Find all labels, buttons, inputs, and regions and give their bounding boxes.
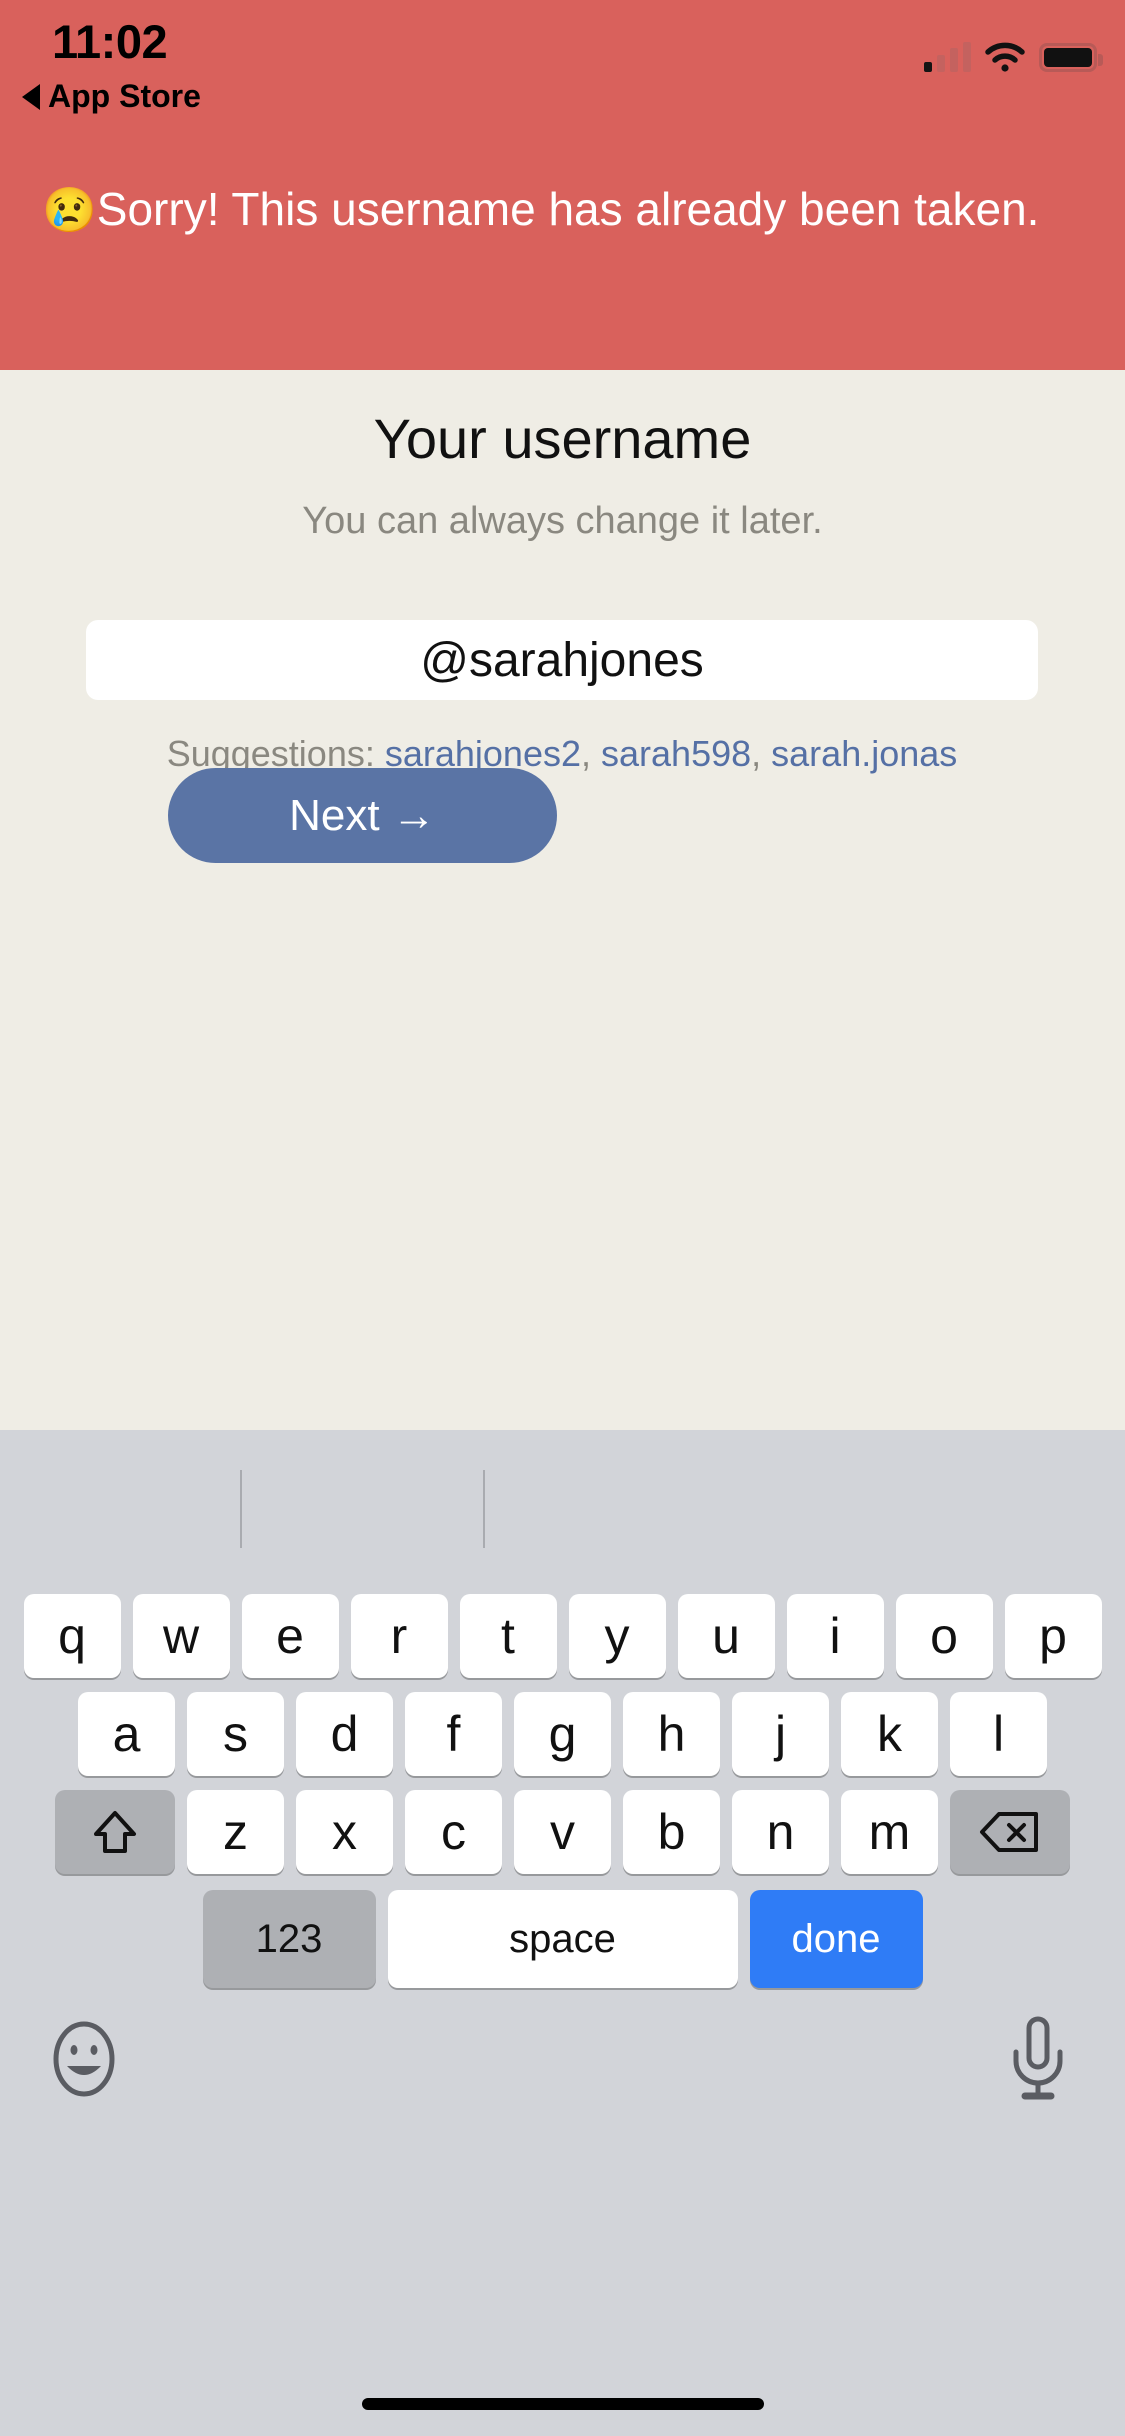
shift-key[interactable] bbox=[55, 1790, 175, 1874]
status-bar-indicators bbox=[924, 36, 1103, 72]
space-key[interactable]: space bbox=[387, 1890, 738, 1988]
key-h[interactable]: h bbox=[623, 1692, 720, 1776]
microphone-icon bbox=[1013, 2016, 1063, 2100]
username-input[interactable] bbox=[86, 620, 1038, 700]
key-f[interactable]: f bbox=[405, 1692, 502, 1776]
prediction-divider-1 bbox=[240, 1470, 242, 1548]
backspace-icon bbox=[980, 1812, 1038, 1852]
keyboard-row-2: a s d f g h j k l bbox=[0, 1692, 1125, 1776]
key-n[interactable]: n bbox=[732, 1790, 829, 1874]
next-button[interactable]: Next → bbox=[168, 768, 557, 863]
page-title: Your username bbox=[373, 407, 752, 470]
key-l[interactable]: l bbox=[950, 1692, 1047, 1776]
key-o[interactable]: o bbox=[895, 1594, 993, 1678]
suggestion-separator-1: , bbox=[581, 733, 602, 774]
back-to-app-store-link[interactable]: App Store bbox=[22, 78, 201, 115]
key-j[interactable]: j bbox=[732, 1692, 829, 1776]
key-z[interactable]: z bbox=[187, 1790, 284, 1874]
key-c[interactable]: c bbox=[405, 1790, 502, 1874]
key-k[interactable]: k bbox=[841, 1692, 938, 1776]
key-q[interactable]: q bbox=[23, 1594, 121, 1678]
key-m[interactable]: m bbox=[841, 1790, 938, 1874]
status-bar: 11:02 App Store bbox=[0, 0, 1125, 120]
smiley-face-icon bbox=[53, 2021, 115, 2097]
keyboard-bottom-bar bbox=[0, 2004, 1125, 2154]
battery-level-fill bbox=[1044, 48, 1092, 67]
key-i[interactable]: i bbox=[786, 1594, 884, 1678]
home-indicator bbox=[361, 2398, 764, 2410]
backspace-key[interactable] bbox=[950, 1790, 1070, 1874]
error-banner-message: 😢Sorry! This username has already been t… bbox=[42, 180, 1042, 240]
page-subtitle: You can always change it later. bbox=[302, 500, 823, 542]
key-e[interactable]: e bbox=[241, 1594, 339, 1678]
key-y[interactable]: y bbox=[568, 1594, 666, 1678]
crying-face-emoji: 😢 bbox=[42, 186, 97, 235]
battery-icon bbox=[1039, 43, 1103, 72]
key-b[interactable]: b bbox=[623, 1790, 720, 1874]
cellular-signal-icon bbox=[924, 42, 971, 72]
wifi-icon bbox=[985, 42, 1025, 72]
status-bar-time: 11:02 bbox=[52, 15, 168, 68]
suggestion-separator-2: , bbox=[751, 733, 772, 774]
key-w[interactable]: w bbox=[132, 1594, 230, 1678]
key-x[interactable]: x bbox=[296, 1790, 393, 1874]
back-triangle-icon bbox=[22, 83, 40, 110]
emoji-key[interactable] bbox=[48, 2018, 120, 2105]
key-d[interactable]: d bbox=[296, 1692, 393, 1776]
keyboard-row-3: z x c v b n m bbox=[0, 1790, 1125, 1874]
keyboard-row-1: q w e r t y u i o p bbox=[0, 1594, 1125, 1678]
keyboard-row-4: 123 space done bbox=[0, 1890, 1125, 1988]
key-s[interactable]: s bbox=[187, 1692, 284, 1776]
microphone-key[interactable] bbox=[1003, 2014, 1073, 2107]
key-g[interactable]: g bbox=[514, 1692, 611, 1776]
numeric-key[interactable]: 123 bbox=[202, 1890, 376, 1988]
key-r[interactable]: r bbox=[350, 1594, 448, 1678]
suggestion-link-2[interactable]: sarah598 bbox=[601, 733, 751, 774]
key-p[interactable]: p bbox=[1004, 1594, 1102, 1678]
on-screen-keyboard: q w e r t y u i o p a s d f g h j k l z … bbox=[0, 1430, 1125, 2436]
error-banner: 11:02 App Store 😢Sorry! This username ha… bbox=[0, 0, 1125, 370]
key-v[interactable]: v bbox=[514, 1790, 611, 1874]
key-a[interactable]: a bbox=[78, 1692, 175, 1776]
key-u[interactable]: u bbox=[677, 1594, 775, 1678]
back-to-app-store-label: App Store bbox=[48, 78, 201, 114]
suggestion-link-3[interactable]: sarah.jonas bbox=[771, 733, 957, 774]
prediction-divider-2 bbox=[483, 1470, 485, 1548]
done-key[interactable]: done bbox=[749, 1890, 923, 1988]
shift-arrow-icon bbox=[94, 1811, 136, 1853]
error-banner-text: Sorry! This username has already been ta… bbox=[96, 183, 1040, 235]
key-t[interactable]: t bbox=[459, 1594, 557, 1678]
username-form: Your username You can always change it l… bbox=[0, 370, 1125, 1430]
prediction-bar[interactable] bbox=[0, 1430, 1125, 1580]
